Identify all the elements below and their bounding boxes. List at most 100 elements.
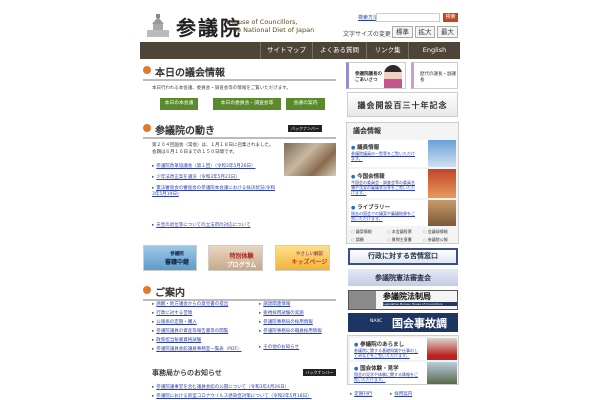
corridor-image [427,338,457,360]
mini-link[interactable]: 本会議投票 [387,229,423,235]
overview-item[interactable]: 参議院のあらまし参議院に関する基礎知識や仕事のしくみなどをご覧いただけます。 [350,338,457,360]
mini-link[interactable]: 参議院公報 [423,237,459,243]
today-committee-button[interactable]: 本日の委員会・調査会等 [213,98,281,110]
guide-link[interactable]: その他のお知らせ [259,344,299,350]
naiic-label: NAIIC [370,319,383,324]
search-help-link[interactable]: 検索方法 [358,14,378,21]
broadcast-banner[interactable]: 参議院 審議中継 [143,245,197,271]
font-size-max-button[interactable]: 最大 [437,26,458,38]
footer-link[interactable]: 採用案内 [390,391,412,397]
naiic-banner[interactable]: NAIIC 国会事故調 [348,313,458,332]
nav-links[interactable]: リンク集 [366,42,408,59]
item-desc[interactable]: 国会の見学や体験に関する情報をご覧いただけます。 [354,372,421,382]
guide-link[interactable]: 請願・地方議会からの意見書の提出 [152,301,228,307]
font-size-standard-button[interactable]: 標準 [392,26,413,38]
guide-link[interactable]: 公報係の定期・購入 [152,319,197,325]
item-title: 議員情報 [351,143,416,151]
heading-bullet-icon [143,124,151,132]
search-input[interactable] [376,13,440,22]
mini-link[interactable]: 議案情報 [351,229,387,235]
activity-back-number-button[interactable]: バックナンバー [288,125,322,132]
activity-link[interactable]: 少年法改正案を議決（令和3年5月21日） [152,174,239,180]
diet-building-logo-icon [147,14,169,37]
library-image [428,200,456,226]
guide-link[interactable]: 参議院議員の資産等報告書等の閲覧 [152,328,228,334]
plenary-photo [284,143,336,176]
current-session-item[interactable]: 今国会情報今国会の委員会・調査会等の委員名簿や法案の審議状況等をご覧いただけます… [349,169,456,198]
legis-title: 参議院法制局 [383,291,431,301]
chamber-image [428,169,456,198]
today-plenary-button[interactable]: 本日の本会議 [160,98,198,110]
session-info-line2: 会期は６月１６日までの１５０日間です。 [152,150,238,155]
banner-line1: 特別体験 [229,253,254,260]
item-title: 今国会情報 [351,172,416,180]
constitution-commission-banner[interactable]: 参議院憲法審査会 [348,269,458,286]
activity-link[interactable]: 参議院改革協議会（第１回）（令和3年5月26日） [152,163,255,169]
logo-en-line1: House of Councillors, [229,18,298,26]
banner-line2: プログラム [226,262,257,269]
tour-image [427,362,457,384]
anniversary-banner[interactable]: 議会開設百三十年記念 [347,92,458,117]
guide-link[interactable]: 参議院事務局の職員採用情報 [259,328,322,334]
guide-link[interactable]: 衛視採用試験の実施 [259,310,304,316]
notice-link[interactable]: 参議院における新型コロナウイルス感染症対策について（令和2年5月18日） [152,393,311,399]
item-desc[interactable]: 過去の国会での議案や審議結果をご覧いただけます。 [351,211,416,221]
overview-box: 参議院のあらまし参議院に関する基礎知識や仕事のしくみなどをご覧いただけます。 国… [347,335,459,385]
greeting-label: 参議院議長のごあいさつ [355,72,382,83]
legislative-bureau-banner[interactable]: 参議院法制局 Legislative Bureau House of Counci… [348,290,458,310]
font-size-large-button[interactable]: 拡大 [415,26,435,38]
mini-link[interactable]: 質問主意書 [387,237,423,243]
nav-faq[interactable]: よくある質問 [312,42,366,59]
diet-info-box: 議会情報 議員情報参議院議員の一覧等をご覧いただけます。 今国会情報今国会の委員… [346,122,459,244]
guide-link[interactable]: 参議院事務局の採用情報 [259,319,313,325]
item-title: 参議院のあらまし [354,340,421,348]
guide-link[interactable]: 調達関連情報 [259,301,290,307]
diet-info-mini-links: 議案情報本会議投票会議録情報請願質問主意書参議院公報 [351,229,459,243]
activity-link[interactable]: 憲法審査会の審査会の参議院本会議における採決状況(令和3年5月19日) [152,186,277,198]
notice-link[interactable]: 参議院議事堂を含む議員会館の公開について（令和3年4月26日） [152,384,289,390]
logo-en-line2: The National Diet of Japan [229,26,315,34]
session-info: 第２０４回国会（常会）は、１月１８日に召集されました。 会期は６月１６日までの１５… [152,142,277,156]
mini-link[interactable]: 会議録情報 [423,229,459,235]
member-info-item[interactable]: 議員情報参議院議員の一覧等をご覧いただけます。 [349,140,456,167]
heading-bullet-icon [143,66,151,74]
main-nav: サイトマップ よくある質問 リンク集 English [140,42,460,59]
heading-bullet-icon [143,286,151,294]
notices-back-number-button[interactable]: バックナンバー [303,369,336,376]
item-title: ライブラリー [351,203,416,211]
activity-title: 参議院の動き [155,126,215,137]
session-info-line1: 第２０４回国会（常会）は、１月１８日に召集されました。 [152,143,274,148]
nav-sitemap[interactable]: サイトマップ [260,42,312,59]
guide-link[interactable]: 政策担当秘書資格試験 [152,337,201,343]
today-title: 本日の議会情報 [155,68,225,79]
kids-page-banner[interactable]: やさしい解説 キッズページ [275,245,330,271]
item-desc[interactable]: 参議院に関する基礎知識や仕事のしくみなどをご覧いただけます。 [354,348,421,358]
footer-link[interactable]: 定期刊行 [350,391,372,397]
president-photo [384,65,402,88]
search-button[interactable]: 検索 [443,13,458,22]
legis-en: Legislative Bureau House of Councillors [383,302,457,306]
complaint-window-banner[interactable]: 行政に対する苦情窓口 [348,248,458,265]
past-presidents-link[interactable]: 歴代の議長・副議長 [411,62,458,89]
notices-heading: 事務局からのお知らせ [152,368,222,377]
banner-line2: 審議中継 [164,259,189,266]
banner-line2: キッズページ [291,259,328,266]
diet-info-title: 議会情報 [353,126,381,135]
today-description: 本日行われる本会議、委員会・調査会等の情報をご覧いただけます。 [152,86,291,91]
guide-link[interactable]: 参議院議員会館議員事務室一覧表（PDF） [152,346,241,352]
mini-link[interactable]: 請願 [351,237,387,243]
library-item[interactable]: ライブラリー過去の国会での議案や審議結果をご覧いただけます。 [349,200,456,226]
meeting-guide-button[interactable]: 会議の案内 [286,98,325,110]
font-size-label: 文字サイズの変更 [343,31,391,38]
item-desc[interactable]: 今国会の委員会・調査会等の委員名簿や法案の審議状況等をご覧いただけます。 [351,180,416,195]
president-greeting-link[interactable]: 参議院議長のごあいさつ [346,62,406,89]
site-logo-english: House of Councillors, The National Diet o… [229,18,314,34]
special-program-banner[interactable]: 特別体験 プログラム [208,245,263,271]
nav-english[interactable]: English [408,42,460,59]
guide-title: ご案内 [155,288,185,299]
today-heading: 本日の議会情報 [143,64,336,81]
activity-link[interactable]: 天皇の退位等についての立法府の対応について [152,222,250,228]
guide-link[interactable]: 行政に対する苦情 [152,310,192,316]
tour-item[interactable]: 国会体験・見学国会の見学や体験に関する情報をご覧いただけます。 [350,362,457,384]
item-desc[interactable]: 参議院議員の一覧等をご覧いただけます。 [351,151,416,161]
